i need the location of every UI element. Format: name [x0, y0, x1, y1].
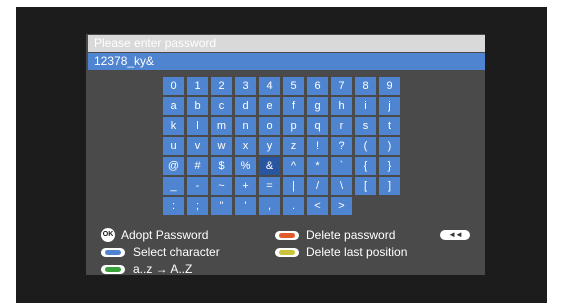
key[interactable]: e — [259, 97, 280, 115]
key[interactable]: * — [307, 157, 328, 175]
key[interactable]: 8 — [355, 77, 376, 95]
key[interactable]: ! — [307, 137, 328, 155]
key[interactable]: i — [355, 97, 376, 115]
key[interactable]: r — [331, 117, 352, 135]
blue-button-icon — [101, 248, 125, 257]
key[interactable]: 6 — [307, 77, 328, 95]
key[interactable]: ; — [187, 197, 208, 215]
key[interactable]: w — [211, 137, 232, 155]
password-prompt: Please enter password — [88, 35, 485, 52]
key[interactable]: a — [163, 97, 184, 115]
key[interactable]: j — [379, 97, 400, 115]
key[interactable]: 9 — [379, 77, 400, 95]
key[interactable]: h — [331, 97, 352, 115]
key[interactable]: c — [211, 97, 232, 115]
key[interactable]: @ — [163, 157, 184, 175]
delete-last-position-label: Delete last position — [306, 245, 408, 259]
key[interactable]: t — [379, 117, 400, 135]
key[interactable]: / — [307, 177, 328, 195]
key[interactable]: s — [355, 117, 376, 135]
key[interactable]: g — [307, 97, 328, 115]
case-toggle-label: a..z → A..Z — [133, 262, 193, 276]
key[interactable]: q — [307, 117, 328, 135]
yellow-button-icon — [275, 248, 299, 257]
key[interactable]: } — [379, 157, 400, 175]
key[interactable]: v — [187, 137, 208, 155]
key[interactable]: 5 — [283, 77, 304, 95]
key[interactable]: , — [259, 197, 280, 215]
key[interactable]: & — [259, 157, 280, 175]
rewind-button-icon: ◄◄ — [440, 230, 470, 240]
key[interactable]: 3 — [235, 77, 256, 95]
key[interactable]: ^ — [283, 157, 304, 175]
key[interactable]: { — [355, 157, 376, 175]
key[interactable]: f — [283, 97, 304, 115]
key[interactable]: z — [283, 137, 304, 155]
key[interactable]: < — [307, 197, 328, 215]
key[interactable]: = — [259, 177, 280, 195]
key[interactable]: ] — [379, 177, 400, 195]
key[interactable]: # — [187, 157, 208, 175]
key[interactable]: 7 — [331, 77, 352, 95]
ok-button-icon: OK — [101, 228, 115, 242]
key[interactable]: k — [163, 117, 184, 135]
delete-password-label: Delete password — [306, 228, 396, 242]
password-field[interactable]: 12378_ky& — [88, 53, 485, 70]
key[interactable]: ~ — [211, 177, 232, 195]
key[interactable]: b — [187, 97, 208, 115]
key[interactable]: \ — [331, 177, 352, 195]
key[interactable]: 0 — [163, 77, 184, 95]
key[interactable]: : — [163, 197, 184, 215]
red-button-icon — [275, 231, 299, 240]
key[interactable]: - — [187, 177, 208, 195]
key[interactable]: y — [259, 137, 280, 155]
key[interactable]: p — [283, 117, 304, 135]
key[interactable]: 4 — [259, 77, 280, 95]
select-character-label: Select character — [133, 245, 220, 259]
key[interactable]: ) — [379, 137, 400, 155]
key[interactable]: _ — [163, 177, 184, 195]
key[interactable]: ` — [331, 157, 352, 175]
key[interactable]: 1 — [187, 77, 208, 95]
green-button-icon — [101, 265, 125, 274]
key[interactable]: | — [283, 177, 304, 195]
key[interactable]: ( — [355, 137, 376, 155]
key[interactable]: ' — [235, 197, 256, 215]
key[interactable]: > — [331, 197, 352, 215]
key[interactable]: " — [211, 197, 232, 215]
key[interactable]: 2 — [211, 77, 232, 95]
key[interactable]: x — [235, 137, 256, 155]
key[interactable]: m — [211, 117, 232, 135]
key[interactable]: n — [235, 117, 256, 135]
key[interactable]: d — [235, 97, 256, 115]
key[interactable]: o — [259, 117, 280, 135]
key[interactable]: % — [235, 157, 256, 175]
key[interactable]: [ — [355, 177, 376, 195]
key[interactable]: $ — [211, 157, 232, 175]
key[interactable]: . — [283, 197, 304, 215]
key[interactable]: u — [163, 137, 184, 155]
adopt-password-label: Adopt Password — [121, 228, 209, 242]
key[interactable]: l — [187, 117, 208, 135]
key[interactable]: + — [235, 177, 256, 195]
key[interactable]: ? — [331, 137, 352, 155]
